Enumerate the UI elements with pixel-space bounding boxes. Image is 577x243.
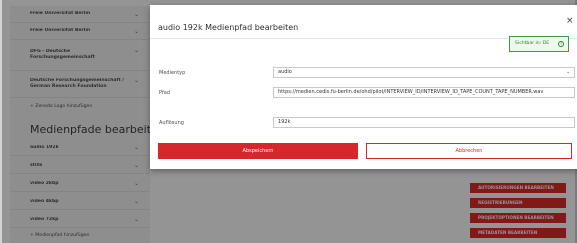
path-input[interactable]: https://medien.cedis.fu-berlin.de/ohd/pi… [273, 87, 575, 98]
path-value: https://medien.cedis.fu-berlin.de/ohd/pi… [278, 89, 544, 95]
resolution-input[interactable]: 192k [273, 117, 575, 128]
help-icon: ? [558, 41, 564, 47]
save-button[interactable]: Abspeichern [158, 143, 358, 159]
visibility-language-label: Sichtbar in: DE [515, 41, 550, 46]
media-type-value: audio [278, 69, 292, 75]
dialog-title: audio 192k Medienpfad bearbeiten [158, 23, 299, 32]
visibility-language-button[interactable]: Sichtbar in: DE ? [509, 36, 569, 52]
resolution-value: 192k [278, 119, 291, 125]
edit-media-path-dialog: audio 192k Medienpfad bearbeiten × Sicht… [150, 5, 577, 169]
close-icon[interactable]: × [566, 16, 574, 26]
screenshot-frame: Freie Universität Berlin ⌄ Freie Univers… [0, 0, 577, 243]
media-type-label: Medientyp [159, 70, 186, 76]
path-label: Pfad [159, 90, 171, 96]
media-type-select[interactable]: audio ⌄ [273, 67, 575, 78]
cancel-button[interactable]: Abbrechen [366, 143, 572, 159]
resolution-label: Auflösung [159, 120, 184, 126]
chevron-down-icon: ⌄ [566, 69, 571, 75]
